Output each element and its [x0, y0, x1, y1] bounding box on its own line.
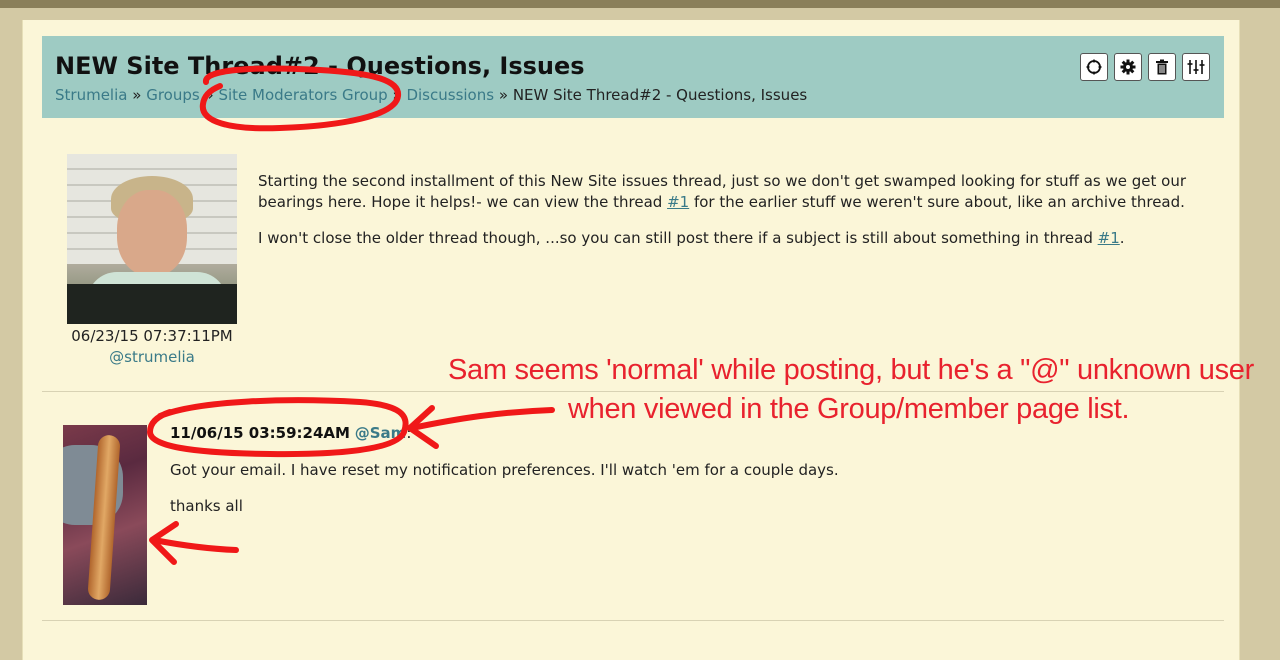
annotation-overlay: [147, 65, 555, 565]
annotation-circle-breadcrumb: [199, 65, 401, 132]
annotation-arrow-avatar: [151, 537, 239, 553]
annotation-arrow-header: [409, 407, 555, 431]
annotation-circle-post-header: [147, 397, 409, 458]
